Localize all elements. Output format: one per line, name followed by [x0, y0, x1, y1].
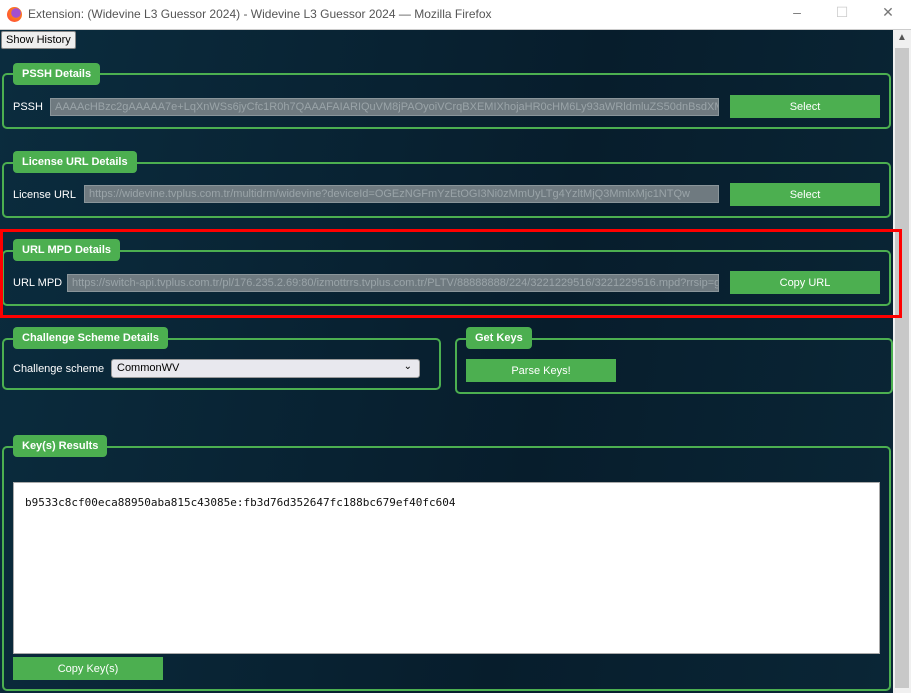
firefox-icon — [7, 7, 22, 22]
challenge-scheme-select[interactable]: CommonWV ⌄ — [111, 359, 420, 378]
challenge-selected: CommonWV — [117, 362, 180, 374]
window-title: Extension: (Widevine L3 Guessor 2024) - … — [28, 7, 492, 21]
highlight-box — [0, 229, 902, 318]
scroll-up-icon[interactable]: ▲ — [893, 32, 911, 43]
license-legend: License URL Details — [13, 151, 137, 173]
title-bar: Extension: (Widevine L3 Guessor 2024) - … — [0, 0, 911, 30]
copy-keys-button[interactable]: Copy Key(s) — [13, 657, 163, 680]
license-label: License URL — [13, 189, 76, 201]
pssh-input[interactable]: AAAAcHBzc2gAAAAA7e+LqXnWSs6jyCfc1R0h7QAA… — [50, 98, 719, 116]
parse-keys-button[interactable]: Parse Keys! — [466, 359, 616, 382]
pssh-legend: PSSH Details — [13, 63, 101, 85]
chevron-down-icon: ⌄ — [403, 361, 412, 372]
challenge-label: Challenge scheme — [13, 363, 105, 375]
maximize-button[interactable]: ☐ — [832, 4, 852, 21]
close-button[interactable]: ✕ — [878, 4, 898, 21]
scroll-thumb[interactable] — [895, 48, 909, 688]
minimize-button[interactable]: – — [787, 4, 807, 20]
license-select-button[interactable]: Select — [730, 183, 880, 206]
challenge-legend: Challenge Scheme Details — [13, 327, 168, 349]
get-keys-legend: Get Keys — [466, 327, 532, 349]
keys-textarea[interactable]: b9533c8cf00eca88950aba815c43085e:fb3d76d… — [13, 482, 880, 654]
results-legend: Key(s) Results — [13, 435, 108, 457]
pssh-select-button[interactable]: Select — [730, 95, 880, 118]
license-url-input[interactable]: https://widevine.tvplus.com.tr/multidrm/… — [84, 185, 719, 203]
pssh-label: PSSH — [13, 101, 43, 113]
show-history-button[interactable]: Show History — [1, 31, 76, 49]
scrollbar[interactable]: ▲ — [893, 30, 911, 693]
